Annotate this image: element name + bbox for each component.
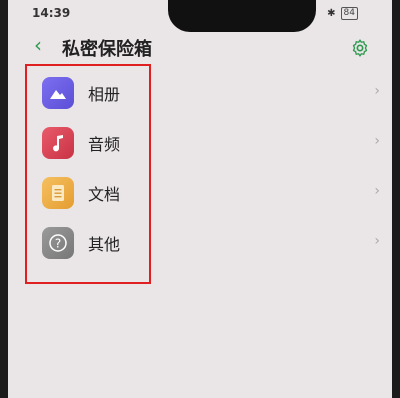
chevron-right-icon: › <box>374 233 380 249</box>
bluetooth-icon: ✱ <box>327 8 336 19</box>
camera-notch <box>168 0 316 32</box>
highlight-box <box>25 64 151 284</box>
chevron-right-icon: › <box>374 83 380 99</box>
page-title: 私密保险箱 <box>62 39 152 60</box>
status-icons: ✱ 84 <box>327 7 358 20</box>
battery-icon: 84 <box>340 7 358 20</box>
header: ‹ 私密保险箱 <box>8 32 392 60</box>
chevron-right-icon: › <box>374 183 380 199</box>
gear-icon[interactable] <box>350 38 370 58</box>
chevron-right-icon: › <box>374 133 380 149</box>
status-time: 14:39 <box>32 6 71 20</box>
back-arrow-icon[interactable]: ‹ <box>34 34 42 56</box>
